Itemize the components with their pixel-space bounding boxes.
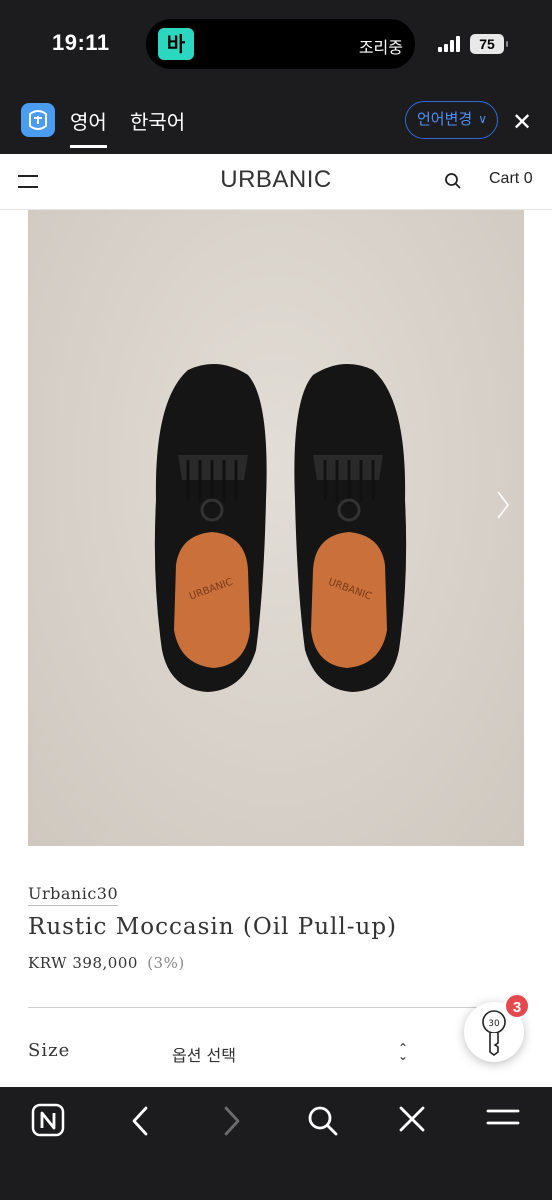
shoe-left-image: URBANIC [154,364,267,692]
change-language-button[interactable]: 언어변경 ∨ [405,101,498,139]
product-page: URBANIC URBANIC Urbanic30 Rustic Moccasi… [0,210,552,1087]
translate-bar: 영어 한국어 언어변경 ∨ ✕ [0,92,552,154]
n-logo-icon [31,1103,65,1137]
chevron-updown-icon: ⌃ ⌄ [397,1041,408,1063]
n-logo-button[interactable] [31,1103,71,1143]
translate-app-icon [21,103,55,137]
brand-logo[interactable]: URBANIC [0,166,552,194]
dynamic-island[interactable]: 바 조리중 [146,19,415,69]
menu-button[interactable] [486,1103,526,1143]
divider [28,1007,478,1008]
live-activity-app-icon: 바 [158,28,194,60]
search-button[interactable] [305,1103,345,1143]
back-icon [132,1106,148,1136]
status-bar: 19:11 바 조리중 75 [0,0,552,92]
chevron-right-icon[interactable] [496,490,510,520]
chevron-down-icon: ∨ [478,112,487,126]
size-select[interactable]: 옵션 선택 ⌃ ⌄ [172,1042,408,1068]
search-icon [308,1106,338,1136]
status-time: 19:11 [52,30,110,55]
hamburger-icon [486,1109,520,1125]
cart-count: 0 [523,170,533,187]
site-header: URBANIC Cart 0 [0,154,552,210]
browser-toolbar [0,1087,552,1200]
battery-indicator: 75 [470,34,508,54]
live-activity-text: 조리중 [358,38,403,57]
price-amount: 398,000 [72,954,138,972]
search-icon[interactable] [444,172,462,190]
product-brand[interactable]: Urbanic30 [28,884,119,906]
close-icon [399,1106,425,1132]
shoe-right-image: URBANIC [294,364,407,692]
notification-badge: 3 [504,993,530,1019]
close-translate-button[interactable]: ✕ [512,108,532,136]
forward-icon [224,1106,240,1136]
size-label: Size [28,1040,71,1061]
tab-english[interactable]: 영어 [70,106,107,148]
cart-label: Cart [489,170,520,187]
key-label: 30 [488,1019,500,1029]
key-icon: 30 [482,1010,506,1056]
close-tab-button[interactable] [396,1103,436,1143]
signal-icon [438,36,464,52]
tab-korean[interactable]: 한국어 [130,106,185,135]
change-language-label: 언어변경 [417,110,473,128]
product-title: Rustic Moccasin (Oil Pull-up) [28,914,398,940]
cart-link[interactable]: Cart 0 [489,170,533,188]
product-price: KRW 398,000 (3%) [28,954,185,972]
product-image[interactable]: URBANIC URBANIC [28,210,524,846]
price-currency: KRW [28,954,68,972]
forward-button[interactable] [220,1103,260,1143]
size-select-value: 옵션 선택 [172,1046,236,1065]
price-discount: (3%) [147,954,185,972]
back-button[interactable] [128,1103,168,1143]
